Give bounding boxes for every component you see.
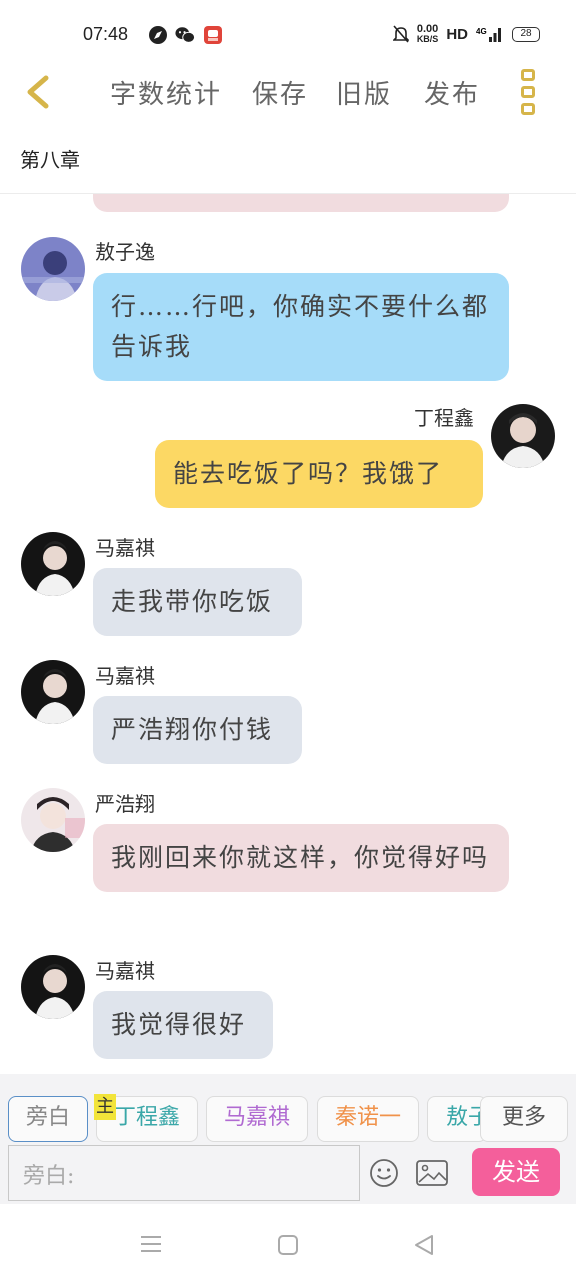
speaker-name: 丁程鑫 (414, 406, 474, 430)
menu-nav-icon[interactable] (140, 1234, 162, 1254)
message-bubble[interactable]: 严浩翔你付钱 (93, 696, 302, 764)
speaker-name: 马嘉祺 (95, 664, 155, 688)
message-bubble[interactable]: 我刚回来你就这样，你觉得好吗 (93, 824, 509, 892)
compass-icon (149, 26, 167, 44)
save-button[interactable]: 保存 (252, 74, 308, 111)
bell-off-icon (392, 25, 409, 43)
speaker-name: 马嘉祺 (95, 536, 155, 560)
composer-panel: 旁白 丁程鑫 主 马嘉祺 秦诺一 敖子逸 更多 旁白: 发送 (0, 1074, 576, 1204)
home-nav-icon[interactable] (277, 1234, 299, 1256)
chat-area[interactable]: 敖子逸 行……行吧，你确实不要什么都告诉我 丁程鑫 能去吃饭了吗？我饿了 马嘉祺… (0, 194, 576, 1074)
main-role-badge: 主 (94, 1094, 116, 1120)
speaker-name: 敖子逸 (95, 240, 155, 264)
avatar-image (21, 788, 85, 852)
signal-icon: 4G (476, 27, 501, 42)
battery-level: 28 (520, 27, 532, 39)
message-bubble[interactable]: 能去吃饭了吗？我饿了 (155, 440, 483, 508)
message-input[interactable]: 旁白: (8, 1145, 360, 1201)
speaker-name: 马嘉祺 (95, 959, 155, 983)
role-narration-button[interactable]: 旁白 (8, 1096, 88, 1142)
role-button[interactable]: 秦诺一 (317, 1096, 419, 1142)
more-roles-button[interactable]: 更多 (480, 1096, 568, 1142)
role-button[interactable]: 敖子逸 (427, 1096, 487, 1142)
net-speed-unit: KB/S (416, 34, 439, 44)
message-bubble[interactable]: 行……行吧，你确实不要什么都告诉我 (93, 273, 509, 381)
system-nav-bar (0, 1204, 576, 1280)
emoji-icon[interactable] (369, 1158, 399, 1188)
message-bubble[interactable]: 我觉得很好 (93, 991, 273, 1059)
avatar-image (21, 237, 85, 301)
avatar-image (21, 532, 85, 596)
message-bubble-partial[interactable] (93, 194, 509, 212)
chapter-title: 第八章 (20, 148, 80, 172)
wechat-icon (175, 27, 195, 43)
old-version-button[interactable]: 旧版 (336, 74, 392, 111)
message-bubble[interactable]: 走我带你吃饭 (93, 568, 302, 636)
back-nav-icon[interactable] (413, 1234, 435, 1256)
word-count-button[interactable]: 字数统计 (110, 74, 222, 111)
avatar-image (21, 660, 85, 724)
more-menu-icon[interactable] (521, 69, 539, 115)
menu-dot (521, 103, 535, 115)
menu-dot (521, 86, 535, 98)
status-time: 07:48 (83, 24, 129, 44)
avatar-image (491, 404, 555, 468)
signal-label: 4G (476, 27, 487, 36)
avatar[interactable] (21, 660, 85, 724)
battery-indicator: 28 (512, 26, 540, 42)
status-right: 0.00 KB/S HD 4G 28 (392, 24, 540, 44)
avatar[interactable] (21, 532, 85, 596)
back-arrow-icon[interactable] (20, 72, 60, 112)
send-button[interactable]: 发送 (472, 1148, 560, 1196)
publish-button[interactable]: 发布 (424, 74, 480, 111)
avatar[interactable] (21, 955, 85, 1019)
role-button[interactable]: 马嘉祺 (206, 1096, 308, 1142)
editor-header: 字数统计 保存 旧版 发布 (0, 60, 576, 122)
hd-label: HD (446, 25, 468, 43)
speaker-name: 严浩翔 (95, 792, 155, 816)
menu-dot (521, 69, 535, 81)
avatar-image (21, 955, 85, 1019)
avatar[interactable] (491, 404, 555, 468)
net-speed: 0.00 KB/S (417, 24, 439, 44)
app-icon (204, 26, 222, 44)
avatar[interactable] (21, 237, 85, 301)
avatar[interactable] (21, 788, 85, 852)
image-icon[interactable] (416, 1160, 448, 1186)
